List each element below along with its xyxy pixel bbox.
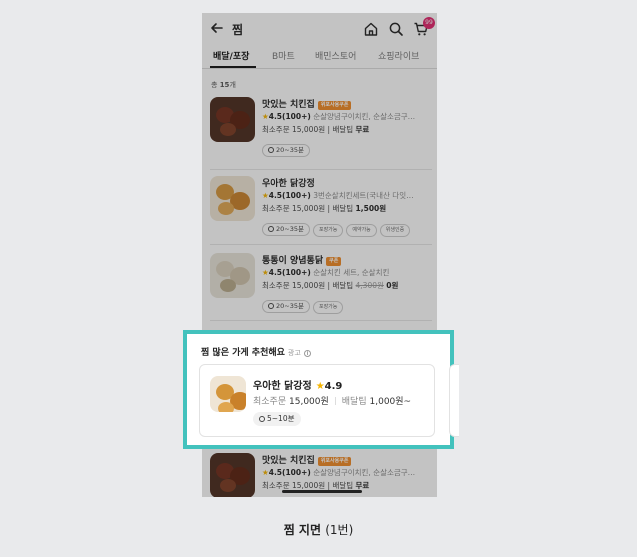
list-item[interactable]: 맛있는 치킨집 위포사용쿠폰 ★4.5(100+) 순살양념구이치킨, 순살소금구… (202, 97, 437, 157)
store-chips: 20~35분 포장가능 (262, 293, 346, 314)
star-icon: ★ (315, 381, 325, 392)
tab-baemin-store[interactable]: 배민스토어 (315, 49, 356, 62)
store-chips: 20~35분 (262, 137, 313, 157)
divider (210, 244, 432, 245)
clock-icon (268, 226, 274, 232)
star-icon: ★ (262, 468, 269, 477)
active-tab-indicator (210, 66, 256, 68)
coupon-tag: 쿠폰 (326, 257, 342, 266)
home-icon[interactable] (363, 21, 379, 37)
divider (210, 320, 432, 321)
store-count: 총 15개 (211, 81, 236, 89)
star-icon: ★ (262, 112, 269, 121)
tab-shopping-live[interactable]: 쇼핑라이브 (378, 49, 419, 62)
store-name: 맛있는 치킨집 위포사용쿠폰 (262, 97, 352, 110)
store-rating-row: ★4.5(100+) 순살양념구이치킨, 순살소금구… (262, 112, 416, 121)
store-thumbnail (210, 253, 255, 298)
list-item[interactable]: 통통이 양념통닭 쿠폰 ★4.5(100+) 순살치킨 세트, 순살치킨 최소주문… (202, 253, 437, 314)
tab-delivery[interactable]: 배달/포장 (213, 49, 249, 62)
delivery-time-chip: 20~35분 (262, 300, 310, 313)
next-card-peek[interactable] (449, 364, 459, 437)
home-indicator (282, 490, 362, 493)
store-name: 우아한 닭강정 (262, 179, 315, 189)
store-rating-row: ★4.5(100+) 순살치킨 세트, 순살치킨 (262, 268, 390, 277)
back-arrow-icon[interactable] (210, 21, 224, 35)
top-bar: 찜 99 (202, 13, 437, 43)
store-name: 맛있는 치킨집 위포사용쿠폰 (262, 453, 352, 466)
store-thumbnail (210, 97, 255, 142)
tab-bmart[interactable]: B마트 (272, 49, 295, 62)
recommend-store-name: 우아한 닭강정 ★4.9 (253, 381, 343, 392)
info-icon[interactable]: i (303, 350, 311, 357)
store-rating-row: ★4.5(100+) 3번순살치킨세트(국내산 다잇… (262, 191, 414, 200)
store-delivery-info: 최소주문 15,000원 | 배달팁 무료 (262, 125, 370, 134)
figure-caption: 찜 지면 (1번) (283, 523, 354, 537)
store-thumbnail (210, 176, 255, 221)
clock-icon (268, 303, 274, 309)
store-name: 통통이 양념통닭 쿠폰 (262, 253, 342, 266)
store-thumbnail (210, 453, 255, 497)
takeout-chip: 포장가능 (312, 224, 344, 237)
store-thumbnail (210, 376, 246, 412)
ad-label: 광고 (287, 349, 301, 357)
recommend-title: 찜 많은 가게 추천해요 광고 i (201, 345, 311, 358)
tab-bar: 배달/포장 B마트 배민스토어 쇼핑라이브 (202, 45, 437, 69)
coupon-tag: 위포사용쿠폰 (317, 457, 352, 466)
delivery-time-chip: 20~35분 (262, 223, 310, 236)
store-chips: 20~35분 포장가능 예약가능 위생인증 (262, 216, 413, 237)
recommend-store-card[interactable]: 우아한 닭강정 ★4.9 최소주문 15,000원 배달팁 1,000원~ 5~10… (199, 364, 435, 437)
clock-icon (259, 416, 265, 422)
page-title: 찜 (232, 23, 244, 37)
star-icon: ★ (262, 268, 269, 277)
list-item[interactable]: 우아한 닭강정 ★4.5(100+) 3번순살치킨세트(국내산 다잇… 최소주문… (202, 176, 437, 237)
delivery-time-chip: 5~10분 (253, 412, 301, 426)
clock-icon (268, 147, 274, 153)
divider (210, 169, 432, 170)
store-delivery-info: 최소주문 15,000원 | 배달팁 1,500원 (262, 204, 387, 213)
store-delivery-info: 최소주문 15,000원 | 배달팁 4,300원 0원 (262, 281, 399, 290)
search-icon[interactable] (388, 21, 404, 37)
delivery-time-chip: 20~35분 (262, 144, 310, 157)
reservation-chip: 예약가능 (346, 224, 377, 237)
takeout-chip: 포장가능 (312, 301, 344, 314)
recommend-delivery-info: 최소주문 15,000원 배달팁 1,000원~ (253, 397, 412, 407)
hygiene-chip: 위생인증 (379, 224, 411, 237)
coupon-tag: 위포사용쿠폰 (317, 101, 352, 110)
cart-badge: 99 (423, 17, 435, 29)
store-rating-row: ★4.5(100+) 순살양념구이치킨, 순살소금구… (262, 468, 416, 477)
recommend-section: 찜 많은 가게 추천해요 광고 i 우아한 닭강정 ★4.9 최소주문 15,000… (183, 330, 459, 449)
star-icon: ★ (262, 191, 269, 200)
